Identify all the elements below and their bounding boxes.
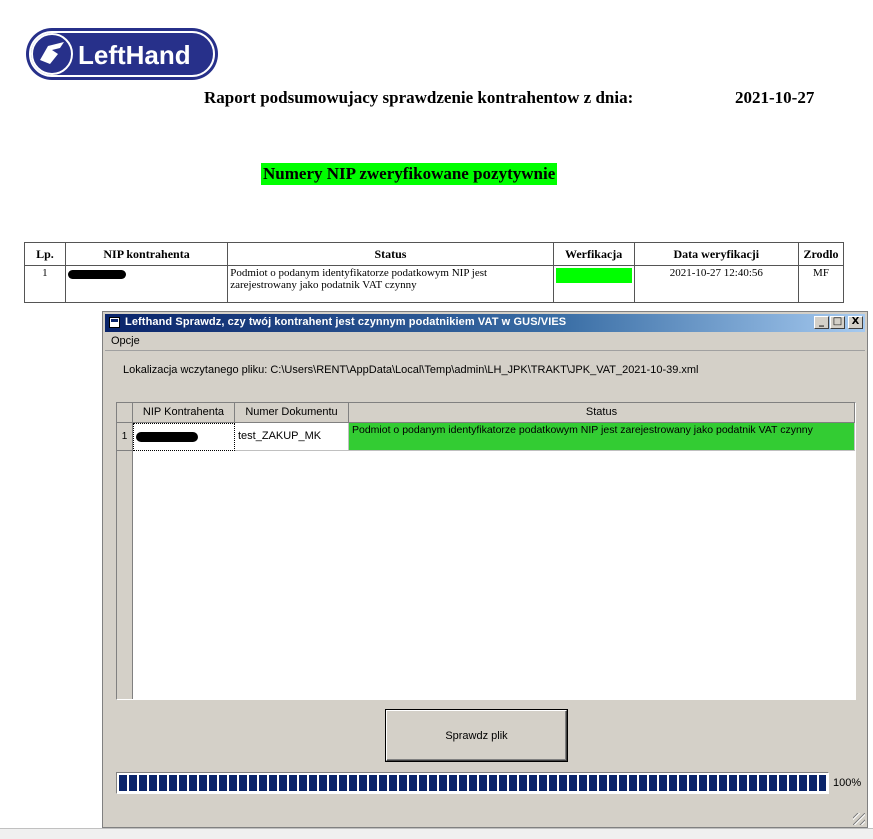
window-title: Lefthand Sprawdz, czy twój kontrahent je… [125, 316, 567, 328]
cell-verification [552, 265, 635, 303]
check-file-button[interactable]: Sprawdz plik [386, 710, 567, 761]
progress-bar [116, 772, 829, 794]
cell-verification-date: 2021-10-27 12:40:56 [633, 265, 800, 303]
grid-col-status[interactable]: Status [349, 403, 855, 423]
background-strip [0, 828, 873, 839]
grid-cell-document[interactable]: test_ZAKUP_MK [235, 423, 349, 451]
minimize-button[interactable]: _ [814, 316, 829, 329]
title-bar[interactable]: Lefthand Sprawdz, czy twój kontrahent je… [105, 314, 865, 332]
menu-bar: Opcje [105, 333, 865, 351]
lefthand-logo: LeftHand [26, 28, 218, 80]
col-verification: Werfikacja [552, 242, 635, 266]
col-status: Status [227, 242, 554, 266]
grid-col-document[interactable]: Numer Dokumentu [235, 403, 349, 423]
close-button[interactable]: X [848, 316, 863, 329]
app-icon [109, 317, 120, 328]
grid-col-nip[interactable]: NIP Kontrahenta [133, 403, 235, 423]
verified-indicator [555, 268, 632, 283]
progress-fill [119, 775, 826, 791]
col-nip: NIP kontrahenta [64, 242, 229, 266]
col-verification-date: Data weryfikacji [633, 242, 800, 266]
grid-cell-nip-redacted[interactable] [133, 423, 235, 451]
grid-row-number[interactable]: 1 [117, 423, 133, 451]
report-title: Raport podsumowujacy sprawdzenie kontrah… [204, 88, 634, 107]
section-title: Numery NIP zweryfikowane pozytywnie [261, 163, 558, 185]
report-date: 2021-10-27 [735, 88, 815, 107]
cell-status: Podmiot o podanym identyfikatorze podatk… [227, 265, 554, 303]
grid-corner[interactable] [117, 403, 133, 423]
cell-source: MF [798, 265, 844, 303]
cell-lp: 1 [24, 265, 66, 303]
svg-text:LeftHand: LeftHand [78, 40, 191, 70]
col-source: Zrodlo [798, 242, 844, 266]
table-row: 1 Podmiot o podanym identyfikatorze poda… [24, 265, 844, 303]
cell-nip-redacted [64, 265, 229, 303]
file-location-label: Lokalizacja wczytanego pliku: C:\Users\R… [123, 364, 699, 376]
progress-label: 100% [833, 777, 862, 789]
grid-cell-status[interactable]: Podmiot o podanym identyfikatorze podatk… [349, 423, 855, 451]
report-header-row: Lp. NIP kontrahenta Status Werfikacja Da… [24, 242, 844, 266]
maximize-button[interactable]: □ [830, 316, 845, 329]
resize-grip[interactable] [853, 813, 865, 825]
results-grid[interactable]: NIP Kontrahenta Numer Dokumentu Status 1… [116, 402, 856, 700]
app-window: Lefthand Sprawdz, czy twój kontrahent je… [102, 311, 868, 828]
report-table: Lp. NIP kontrahenta Status Werfikacja Da… [24, 242, 844, 303]
col-lp: Lp. [24, 242, 66, 266]
menu-opcje[interactable]: Opcje [111, 335, 140, 347]
